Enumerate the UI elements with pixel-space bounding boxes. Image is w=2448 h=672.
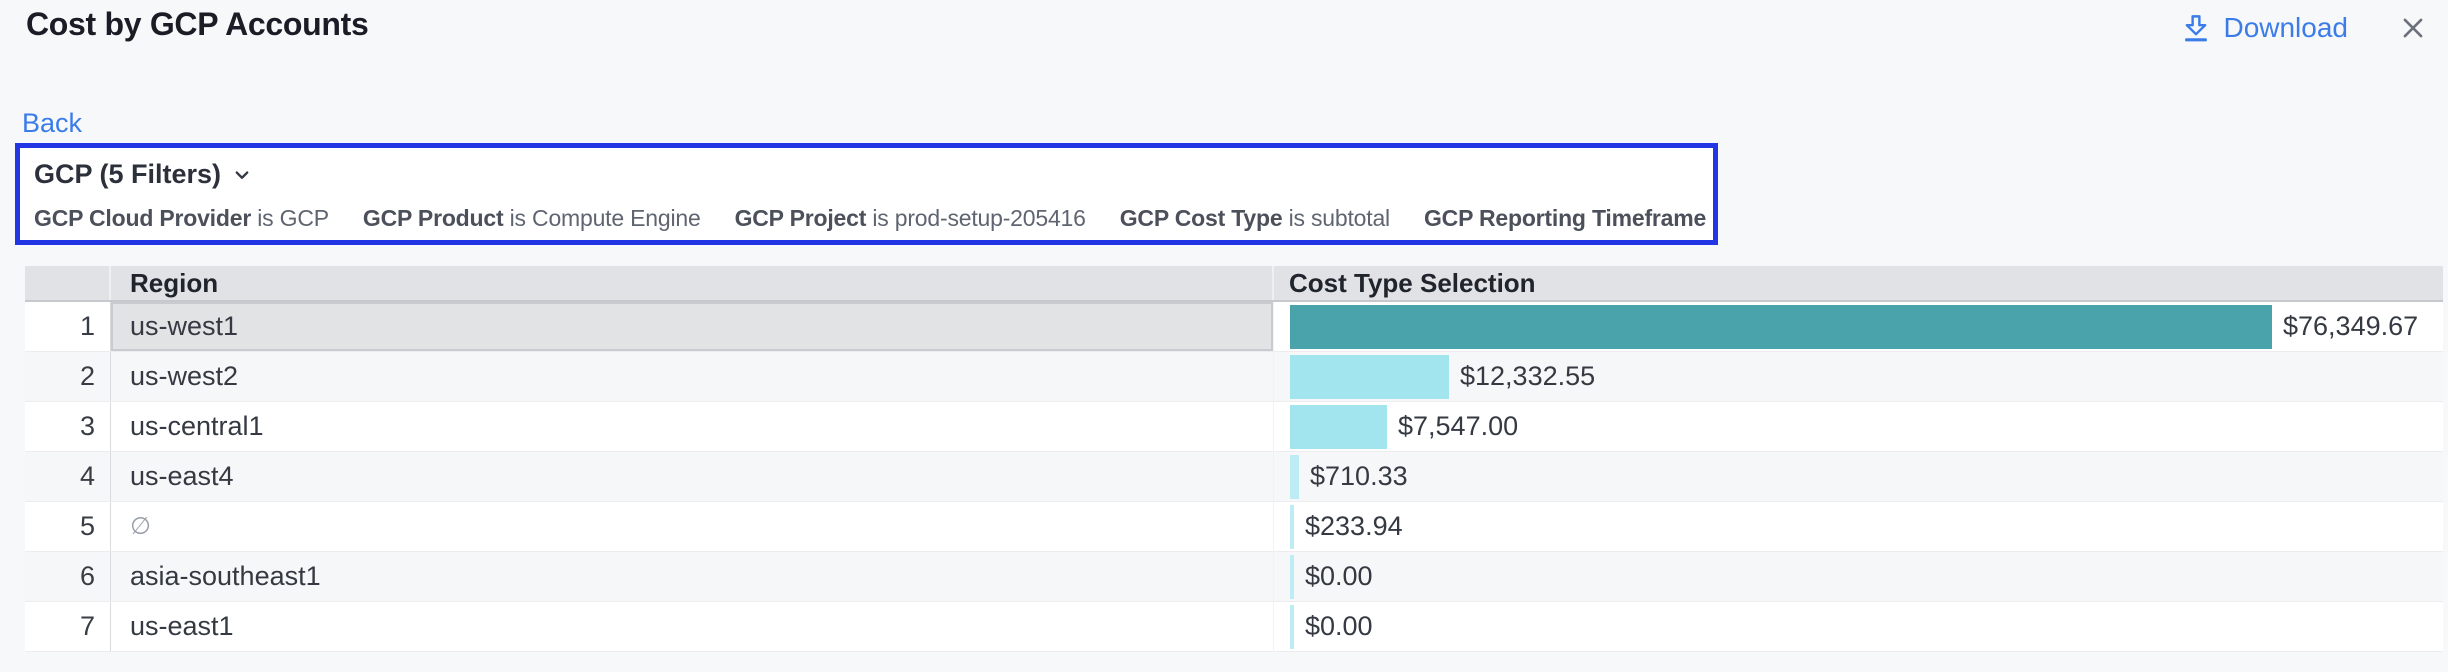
filter-group-label: GCP (5 Filters)	[34, 159, 221, 190]
table-header-row: Region Cost Type Selection	[25, 266, 2443, 302]
table-row: 7 us-east1 $0.00	[25, 602, 2443, 652]
filter-field: GCP Cloud Provider	[34, 205, 251, 231]
cost-bar-cell[interactable]: $7,547.00	[1274, 402, 2443, 451]
cost-bar	[1290, 405, 1387, 449]
row-number-cell: 3	[25, 402, 111, 451]
cost-value-label: $233.94	[1305, 511, 1403, 542]
cost-bar	[1290, 455, 1299, 499]
filter-group-toggle[interactable]: GCP (5 Filters)	[34, 159, 253, 190]
filter-condition: is subtotal	[1282, 205, 1390, 231]
row-number-cell: 6	[25, 552, 111, 601]
row-number-cell: 7	[25, 602, 111, 651]
row-number-column-header	[25, 266, 111, 300]
download-label: Download	[2223, 12, 2348, 44]
row-number-cell: 1	[25, 302, 111, 351]
filters-panel: GCP (5 Filters) GCP Cloud Provider is GC…	[15, 143, 1718, 245]
download-button[interactable]: Download	[2181, 12, 2348, 44]
cost-value-label: $12,332.55	[1460, 361, 1595, 392]
back-link[interactable]: Back	[22, 108, 82, 139]
cost-bar-cell[interactable]: $76,349.67	[1274, 302, 2443, 351]
chevron-down-icon	[231, 164, 253, 186]
filter-condition: is prod-setup-205416	[866, 205, 1086, 231]
region-cell[interactable]: asia-southeast1	[111, 552, 1274, 601]
table-row: 4 us-east4 $710.33	[25, 452, 2443, 502]
region-cell[interactable]: us-east1	[111, 602, 1274, 651]
table-row: 3 us-central1 $7,547.00	[25, 402, 2443, 452]
region-cell[interactable]: us-central1	[111, 402, 1274, 451]
filter-field: GCP Cost Type	[1120, 205, 1283, 231]
cost-bar	[1290, 305, 2272, 349]
page-title: Cost by GCP Accounts	[26, 6, 369, 43]
table-row: 5 ∅ $233.94	[25, 502, 2443, 552]
region-cell[interactable]: us-west1	[111, 302, 1274, 351]
cost-value-label: $710.33	[1310, 461, 1408, 492]
table-row: 2 us-west2 $12,332.55	[25, 352, 2443, 402]
filter-pill[interactable]: GCP Reporting Timeframe is "-90"	[1424, 205, 1718, 232]
region-cell[interactable]: ∅	[111, 502, 1274, 551]
cost-bar	[1290, 505, 1294, 549]
cost-value-label: $7,547.00	[1398, 411, 1518, 442]
filter-pill[interactable]: GCP Product is Compute Engine	[363, 205, 701, 232]
cost-value-label: $0.00	[1305, 561, 1373, 592]
row-number-cell: 5	[25, 502, 111, 551]
column-header-region[interactable]: Region	[111, 266, 1274, 300]
download-icon	[2181, 13, 2211, 43]
close-button[interactable]	[2398, 13, 2428, 43]
filter-field: GCP Product	[363, 205, 504, 231]
filter-field: GCP Reporting Timeframe	[1424, 205, 1706, 231]
filter-list: GCP Cloud Provider is GCP GCP Product is…	[34, 205, 1699, 232]
region-cell[interactable]: us-west2	[111, 352, 1274, 401]
filter-pill[interactable]: GCP Cloud Provider is GCP	[34, 205, 329, 232]
close-icon	[2398, 13, 2428, 43]
filter-pill[interactable]: GCP Project is prod-setup-205416	[735, 205, 1086, 232]
filter-condition: is "-90"	[1706, 205, 1718, 231]
column-header-cost-type-selection[interactable]: Cost Type Selection	[1274, 266, 2443, 300]
cost-bar-cell[interactable]: $12,332.55	[1274, 352, 2443, 401]
cost-value-label: $76,349.67	[2283, 311, 2418, 342]
cost-bar-cell[interactable]: $0.00	[1274, 552, 2443, 601]
cost-bar	[1290, 555, 1294, 599]
cost-by-gcp-accounts-flyout: Cost by GCP Accounts Download Back GCP (…	[0, 0, 2448, 672]
cost-bar-cell[interactable]: $233.94	[1274, 502, 2443, 551]
filter-pill[interactable]: GCP Cost Type is subtotal	[1120, 205, 1390, 232]
filter-field: GCP Project	[735, 205, 867, 231]
cost-bar-cell[interactable]: $0.00	[1274, 602, 2443, 651]
row-number-cell: 2	[25, 352, 111, 401]
region-cell[interactable]: us-east4	[111, 452, 1274, 501]
cost-table: Region Cost Type Selection 1 us-west1 $7…	[25, 266, 2443, 652]
cost-bar	[1290, 605, 1294, 649]
row-number-cell: 4	[25, 452, 111, 501]
table-body: 1 us-west1 $76,349.67 2 us-west2 $12,332…	[25, 302, 2443, 652]
cost-value-label: $0.00	[1305, 611, 1373, 642]
table-row: 1 us-west1 $76,349.67	[25, 302, 2443, 352]
cost-bar	[1290, 355, 1449, 399]
filter-condition: is GCP	[251, 205, 329, 231]
table-row: 6 asia-southeast1 $0.00	[25, 552, 2443, 602]
cost-bar-cell[interactable]: $710.33	[1274, 452, 2443, 501]
filter-condition: is Compute Engine	[503, 205, 700, 231]
flyout-actions: Download	[2181, 12, 2428, 44]
